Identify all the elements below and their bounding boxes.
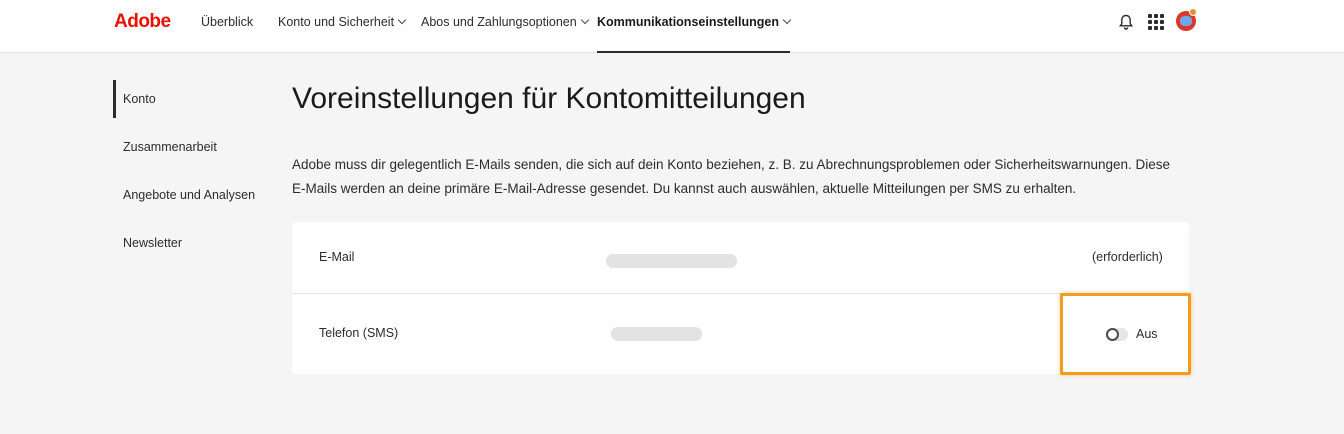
highlight-box (1060, 293, 1191, 375)
nav-account-security-label: Konto und Sicherheit (278, 15, 395, 29)
top-navigation: Adobe Überblick Konto und Sicherheit Abo… (0, 0, 1344, 53)
sidebar-item-collaboration[interactable]: Zusammenarbeit (123, 140, 217, 154)
required-indicator: (erforderlich) (1092, 250, 1163, 264)
apps-grid-icon[interactable] (1148, 14, 1164, 30)
page-description: Adobe muss dir gelegentlich E-Mails send… (292, 157, 1171, 196)
nav-plans-payment-label: Abos und Zahlungsoptionen (421, 15, 577, 29)
sidebar-item-newsletter[interactable]: Newsletter (123, 236, 182, 250)
nav-overview-label: Überblick (201, 15, 254, 29)
notification-dot (1189, 8, 1197, 16)
adobe-logo[interactable]: Adobe (114, 11, 171, 33)
chevron-down-icon (397, 15, 407, 25)
avatar-image (1180, 16, 1192, 26)
page-title: Voreinstellungen für Kontomitteilungen (292, 82, 806, 115)
nav-communication-settings-label: Kommunikationseinstellungen (597, 15, 779, 29)
redacted-email-value (606, 254, 737, 268)
row-divider (292, 293, 1189, 294)
email-row-label: E-Mail (319, 250, 355, 264)
chevron-down-icon (580, 15, 589, 25)
nav-plans-payment[interactable]: Abos und Zahlungsoptionen (421, 15, 589, 53)
phone-row-label: Telefon (SMS) (319, 326, 399, 340)
sidebar-active-indicator (113, 80, 116, 118)
nav-overview[interactable]: Überblick (201, 15, 253, 53)
redacted-phone-value (611, 327, 702, 341)
avatar[interactable] (1176, 8, 1197, 31)
bell-icon[interactable] (1117, 13, 1135, 31)
sidebar-item-offers-analytics[interactable]: Angebote und Analysen (123, 188, 255, 202)
sidebar-item-account[interactable]: Konto (123, 92, 156, 106)
nav-account-security[interactable]: Konto und Sicherheit (278, 15, 407, 53)
nav-communication-settings[interactable]: Kommunikationseinstellungen (597, 15, 792, 53)
chevron-down-icon (782, 15, 792, 25)
communication-preferences-card: E-Mail (erforderlich) Telefon (SMS) Aus (292, 222, 1189, 374)
